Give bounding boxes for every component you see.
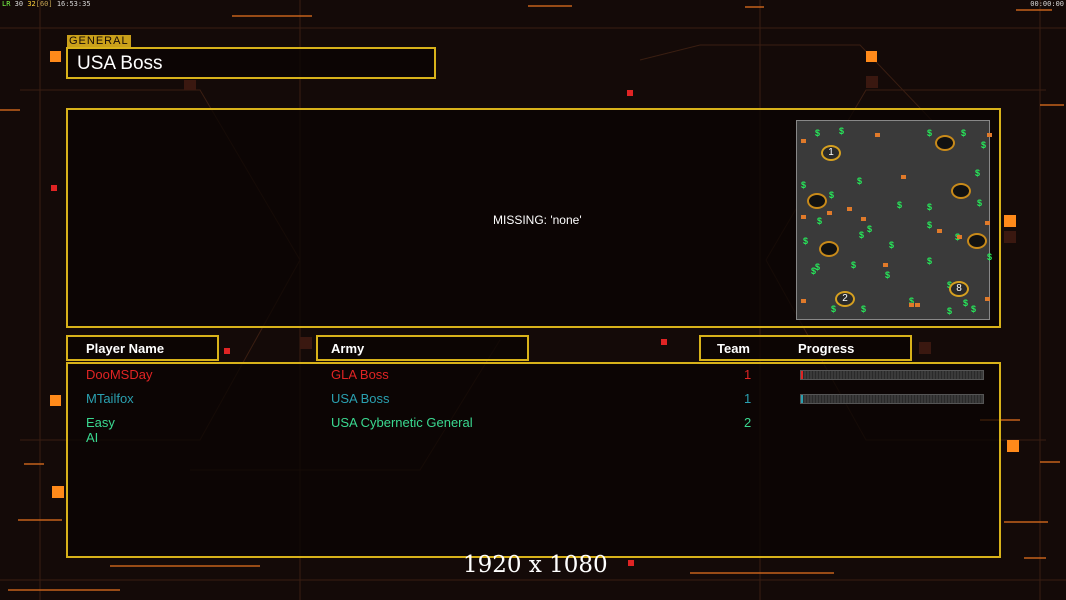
resource-icon: $	[927, 128, 933, 138]
resource-icon: $	[897, 200, 903, 210]
resource-icon: $	[811, 266, 817, 276]
building-icon	[861, 217, 866, 221]
header-team-progress: Team Progress	[699, 335, 912, 361]
crater-icon	[819, 241, 839, 257]
player-army: USA Boss	[331, 391, 390, 406]
preview-panel: MISSING: 'none' $ $ $ $ $ $ $ $ $ $ $ $ $ $ $ $ $ $ $ $ $ $ $ $…	[66, 108, 1001, 328]
resource-icon: $	[975, 168, 981, 178]
header-army: Army	[316, 335, 529, 361]
header-army-label: Army	[331, 341, 365, 356]
building-icon	[827, 211, 832, 215]
resource-icon: $	[861, 304, 867, 314]
resource-icon: $	[851, 260, 857, 270]
resource-icon: $	[927, 220, 933, 230]
resource-icon: $	[947, 306, 953, 316]
resource-icon: $	[801, 180, 807, 190]
resource-icon: $	[971, 304, 977, 314]
header-team-label: Team	[717, 341, 750, 356]
resource-icon: $	[961, 128, 967, 138]
hud-value-a: 30	[14, 0, 24, 8]
resource-icon: $	[829, 190, 835, 200]
crater-icon	[935, 135, 955, 151]
resource-icon: $	[889, 240, 895, 250]
resource-icon: $	[927, 202, 933, 212]
hud-value-b: 32	[27, 0, 36, 8]
player-army: USA Cybernetic General	[331, 415, 473, 430]
building-icon	[985, 221, 990, 225]
start-position-marker: 2	[835, 291, 855, 307]
general-name: USA Boss	[77, 53, 163, 74]
general-label: GENERAL	[67, 35, 131, 47]
building-icon	[909, 303, 914, 307]
crater-icon	[951, 183, 971, 199]
progress-fill	[801, 395, 803, 403]
crater-icon	[807, 193, 827, 209]
hud-flag: LR	[2, 0, 11, 8]
building-icon	[915, 303, 920, 307]
progress-bar	[800, 370, 984, 380]
player-list: DooMSDay GLA Boss 1 MTailfox USA Boss 1 …	[66, 362, 1001, 558]
start-position-marker: 8	[949, 281, 969, 297]
resource-icon: $	[963, 298, 969, 308]
building-icon	[883, 263, 888, 267]
progress-bar	[800, 394, 984, 404]
hud-clock: 16:53:35	[56, 0, 91, 8]
header-player-label: Player Name	[86, 341, 165, 356]
resource-icon: $	[867, 224, 873, 234]
building-icon	[801, 139, 806, 143]
minimap: $$$$$$$$$$$$$$$$$$$$$$$$$$$$$$$$128	[796, 120, 993, 320]
crater-icon	[967, 233, 987, 249]
resource-icon: $	[803, 236, 809, 246]
building-icon	[875, 133, 880, 137]
building-icon	[985, 297, 990, 301]
resource-icon: $	[831, 304, 837, 314]
header-player-name: Player Name	[66, 335, 219, 361]
building-icon	[801, 215, 806, 219]
player-team: 2	[744, 415, 752, 430]
header-progress-label: Progress	[798, 341, 855, 356]
building-icon	[937, 229, 942, 233]
player-name: DooMSDay	[86, 367, 153, 382]
resource-icon: $	[857, 176, 863, 186]
resource-icon: $	[927, 256, 933, 266]
player-name: Easy AI	[86, 415, 115, 445]
hud-value-c: [60]	[35, 0, 53, 8]
fps-readout: LR 30 32[60] 16:53:35	[2, 0, 91, 8]
resource-icon: $	[981, 140, 987, 150]
player-name: MTailfox	[86, 391, 134, 406]
resolution-label: 1920 x 1080	[463, 552, 608, 578]
resource-icon: $	[815, 128, 821, 138]
building-icon	[801, 299, 806, 303]
general-name-box: USA Boss	[66, 47, 436, 79]
progress-fill	[801, 371, 803, 379]
resource-icon: $	[987, 252, 993, 262]
player-army: GLA Boss	[331, 367, 389, 382]
building-icon	[957, 235, 962, 239]
resource-icon: $	[839, 126, 845, 136]
resource-icon: $	[885, 270, 891, 280]
game-timer: 00:00:00	[1030, 0, 1064, 8]
building-icon	[901, 175, 906, 179]
resource-icon: $	[817, 216, 823, 226]
player-team: 1	[744, 391, 752, 406]
preview-status: MISSING: 'none'	[493, 213, 582, 227]
resource-icon: $	[859, 230, 865, 240]
player-team: 1	[744, 367, 752, 382]
resource-icon: $	[977, 198, 983, 208]
start-position-marker: 1	[821, 145, 841, 161]
building-icon	[847, 207, 852, 211]
building-icon	[987, 133, 992, 137]
